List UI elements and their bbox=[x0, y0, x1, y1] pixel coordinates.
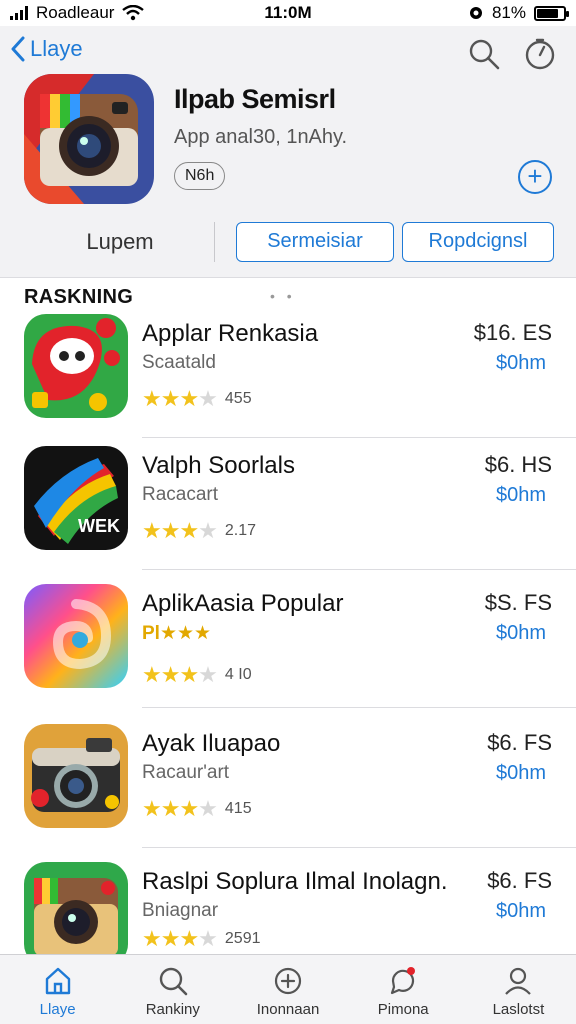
battery-icon bbox=[534, 5, 569, 21]
get-button[interactable]: $0hm bbox=[496, 762, 546, 785]
svg-text:WEK: WEK bbox=[78, 516, 120, 536]
battery-fill bbox=[537, 8, 559, 18]
star-rating: ★★★★ bbox=[142, 662, 218, 688]
star-rating: ★★★★ bbox=[142, 796, 218, 822]
app-icon bbox=[24, 862, 128, 966]
stars-empty: ★ bbox=[198, 518, 218, 543]
hero-tag-badge[interactable]: N6h bbox=[174, 162, 226, 190]
chat-bird-app-icon bbox=[24, 314, 128, 418]
app-category: Racaur'art bbox=[142, 762, 230, 783]
list-item[interactable]: Applar Renkasia Scaatald ★★★★ 455 $16. E… bbox=[0, 300, 576, 438]
stars-filled: ★★★ bbox=[142, 926, 199, 951]
paint-stripes-app-icon: WEK bbox=[24, 446, 128, 550]
app-name: Valph Soorlals bbox=[142, 452, 295, 479]
app-name: AplikAasia Popular bbox=[142, 590, 344, 617]
tab-home[interactable]: Llaye bbox=[0, 955, 115, 1024]
tab-label: Laslotst bbox=[492, 1001, 545, 1018]
tab-label: Rankiny bbox=[145, 1001, 200, 1018]
get-button[interactable]: $0hm bbox=[496, 484, 546, 507]
stars-filled: ★★★ bbox=[142, 662, 199, 687]
app-header: Llaye Ilpab Semisrl App anal30, 1nAhy. N… bbox=[0, 26, 576, 278]
rating-count: 455 bbox=[224, 390, 252, 407]
segment-right-button[interactable]: Ropdcignsl bbox=[402, 222, 554, 262]
camera-app-icon bbox=[24, 74, 154, 204]
person-icon bbox=[505, 967, 532, 995]
tab-label: Pimona bbox=[377, 1001, 429, 1018]
list-item[interactable]: AplikAasia Popular Pl★★★ ★★★★ 4 I0 $S. F… bbox=[0, 570, 576, 708]
app-category: Scaatald bbox=[142, 352, 216, 373]
status-time: 11:0M bbox=[264, 3, 312, 22]
star-rating: ★★★★ bbox=[142, 386, 218, 412]
retro-camera-app-icon bbox=[24, 724, 128, 828]
stars-empty: ★ bbox=[198, 386, 218, 411]
app-name: Ayak Iluapao bbox=[142, 730, 281, 757]
tab-profile[interactable]: Laslotst bbox=[461, 955, 576, 1024]
rating-count: 415 bbox=[224, 800, 252, 817]
plus-icon: + bbox=[527, 161, 543, 191]
segment-left-button[interactable]: Sermeisiar bbox=[236, 222, 394, 262]
green-camera-app-icon bbox=[24, 862, 128, 966]
app-price: $6. HS bbox=[484, 452, 552, 477]
chevron-left-icon bbox=[11, 36, 25, 62]
app-price: $S. FS bbox=[484, 590, 552, 615]
list-item[interactable]: WEK Valph Soorlals Racacart ★★★★ 2.17 $6… bbox=[0, 432, 576, 570]
rating-count: 2.17 bbox=[224, 522, 257, 539]
tab-bar: Llaye Rankiny Inonnaan Pimona Laslotst bbox=[0, 954, 576, 1024]
app-rating: ★★★★ 2.17 bbox=[142, 518, 256, 544]
back-label: Llaye bbox=[30, 36, 83, 61]
app-rating: ★★★★ 4 I0 bbox=[142, 662, 252, 688]
tab-label: Inonnaan bbox=[256, 1001, 320, 1018]
rating-count: 4 I0 bbox=[224, 666, 252, 683]
get-button[interactable]: $0hm bbox=[496, 352, 546, 375]
segment-divider bbox=[214, 222, 215, 262]
swirl-app-icon bbox=[24, 584, 128, 688]
stars-filled: ★★★ bbox=[142, 386, 199, 411]
home-icon bbox=[45, 967, 70, 995]
tab-information[interactable]: Inonnaan bbox=[230, 955, 345, 1024]
back-button[interactable]: Llaye bbox=[10, 36, 83, 62]
app-category: Bniagnar bbox=[142, 900, 219, 921]
plus-circle-icon bbox=[274, 967, 302, 995]
app-category: Racacart bbox=[142, 484, 219, 505]
stars-empty: ★ bbox=[198, 796, 218, 821]
star-rating: ★★★★ bbox=[142, 518, 218, 544]
row-divider bbox=[142, 707, 576, 708]
app-rating: ★★★★ 455 bbox=[142, 386, 252, 412]
stars-filled: ★★★ bbox=[142, 518, 199, 543]
rating-count: 2591 bbox=[224, 930, 261, 947]
nav-row: Llaye bbox=[0, 34, 576, 74]
app-category: Pl★★★ bbox=[142, 623, 212, 644]
app-icon bbox=[24, 584, 128, 688]
tab-rankings[interactable]: Rankiny bbox=[115, 955, 230, 1024]
search-icon[interactable] bbox=[466, 36, 502, 72]
app-price: $6. FS bbox=[487, 868, 552, 893]
star-rating: ★★★★ bbox=[142, 926, 218, 952]
tab-messages[interactable]: Pimona bbox=[346, 955, 461, 1024]
app-price: $6. FS bbox=[487, 730, 552, 755]
app-rating: ★★★★ 2591 bbox=[142, 926, 261, 952]
chat-icon bbox=[391, 967, 416, 995]
add-button[interactable]: + bbox=[518, 160, 552, 194]
list-item[interactable]: Ayak Iluapao Racaur'art ★★★★ 415 $6. FS … bbox=[0, 710, 576, 848]
status-bar: Roadleaur 11:0M 81% bbox=[0, 0, 576, 26]
app-icon bbox=[24, 724, 128, 828]
app-icon: WEK bbox=[24, 446, 128, 550]
timer-icon[interactable] bbox=[522, 36, 558, 72]
app-rating: ★★★★ 415 bbox=[142, 796, 252, 822]
app-name: Applar Renkasia bbox=[142, 320, 319, 347]
get-button[interactable]: $0hm bbox=[496, 900, 546, 923]
stars-filled: ★★★ bbox=[142, 796, 199, 821]
search-icon bbox=[159, 967, 188, 996]
stars-empty: ★ bbox=[198, 662, 218, 687]
stars-empty: ★ bbox=[198, 926, 218, 951]
get-button[interactable]: $0hm bbox=[496, 622, 546, 645]
hero-app-icon[interactable] bbox=[24, 74, 154, 204]
app-name: Raslpi Soplura Ilmal Inolagn. bbox=[142, 868, 448, 895]
tab-label: Llaye bbox=[39, 1001, 76, 1018]
app-icon bbox=[24, 314, 128, 418]
app-price: $16. ES bbox=[473, 320, 552, 345]
hero-subtitle: App anal30, 1nAhy. bbox=[174, 126, 348, 148]
hero-title: Ilpab Semisrl bbox=[174, 84, 336, 114]
segment-plain[interactable]: Lupem bbox=[60, 222, 180, 262]
